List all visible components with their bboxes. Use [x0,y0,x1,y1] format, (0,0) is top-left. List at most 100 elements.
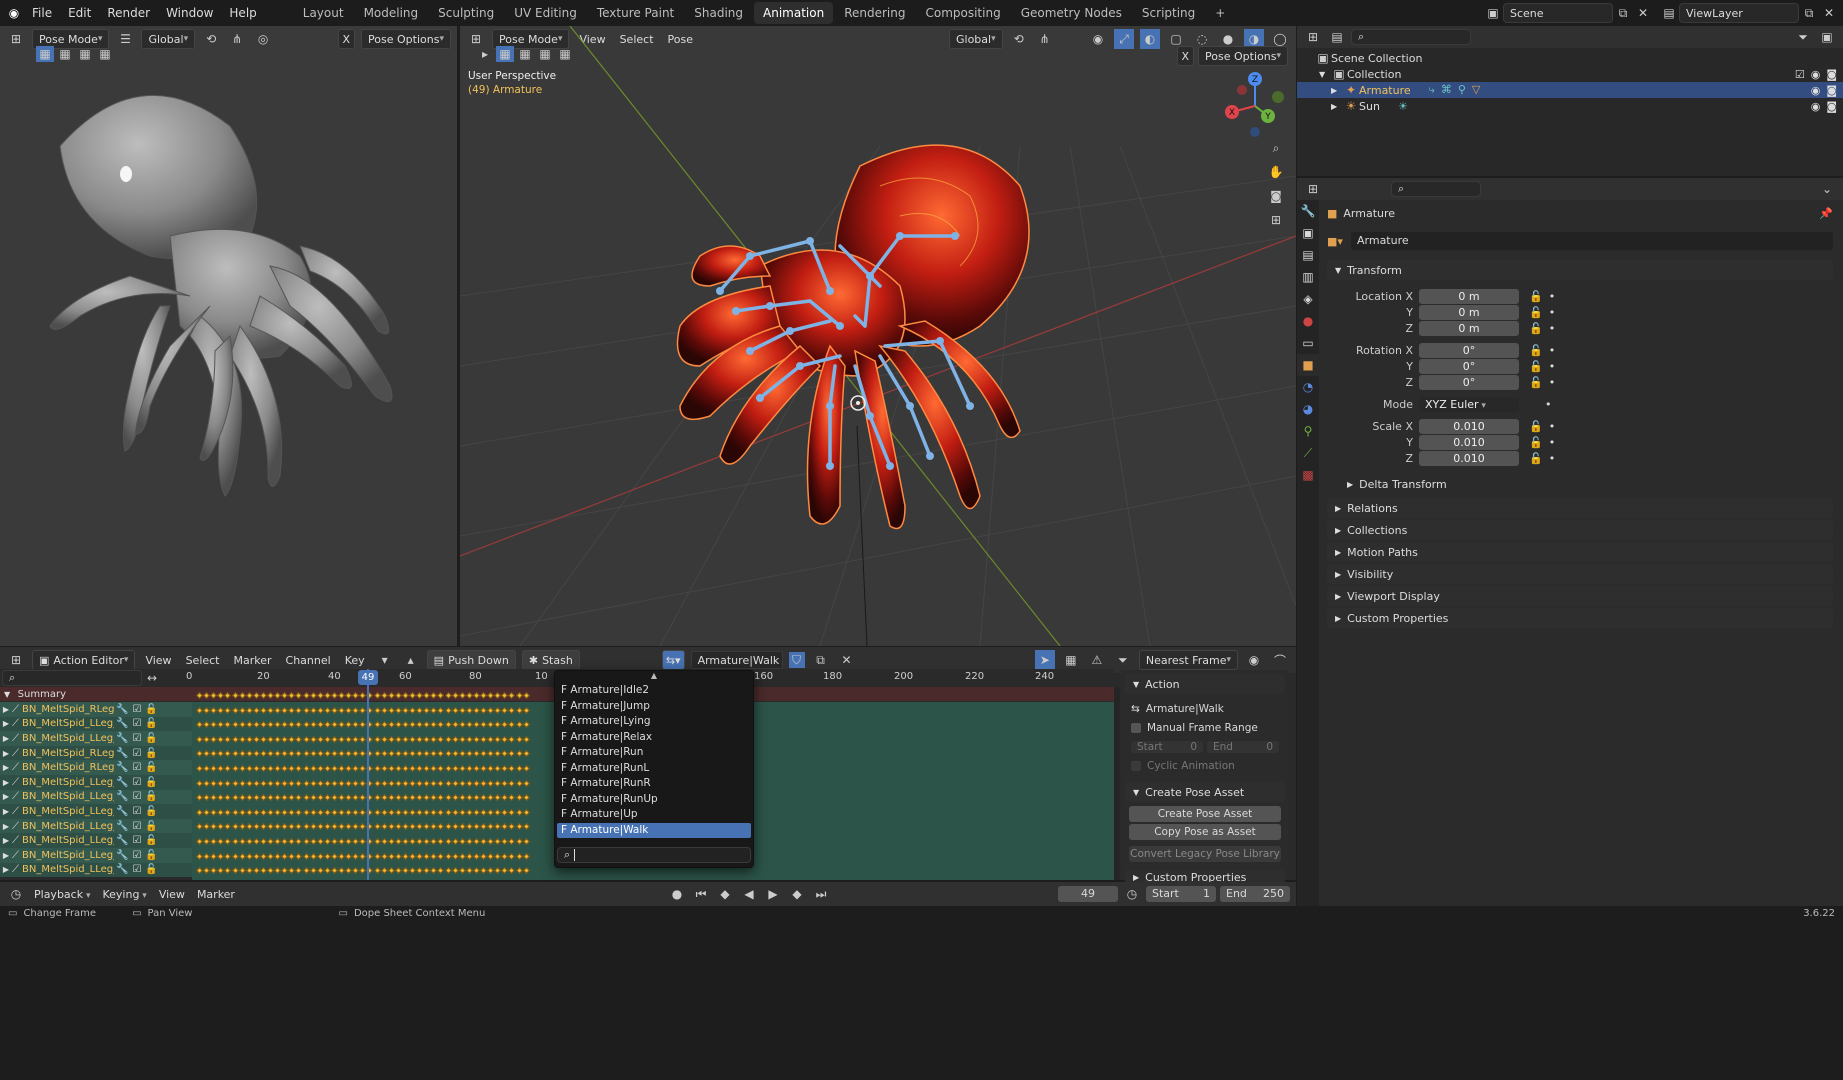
keyframe-diamond[interactable] [323,750,331,758]
lock-icon[interactable]: 🔓 [1529,306,1543,319]
keyframe-diamond[interactable] [387,721,395,729]
action-list-item[interactable]: F Armature|Lying [557,714,751,730]
keyframe-diamond[interactable] [330,837,338,846]
left-pose-options-dropdown[interactable]: Pose Options [361,29,451,49]
keyframe-diamond[interactable] [203,794,211,802]
keyframe-diamond[interactable] [252,764,260,773]
keyframe-diamond[interactable] [302,764,310,773]
keyframe-diamond[interactable] [295,808,303,816]
keyframe-diamond[interactable] [224,823,232,831]
keyframe-diamond[interactable] [210,823,218,831]
expand-arrow-icon[interactable]: ▶ [0,836,12,845]
navigation-gizmo[interactable]: Z Y X [1222,70,1292,140]
keyframe-diamond[interactable] [252,750,260,758]
scene-selector[interactable]: Scene [1503,3,1613,23]
keyframe-diamond[interactable] [231,852,239,860]
transform-panel-header[interactable]: ▼ Transform [1327,260,1833,280]
keyframe-diamond[interactable] [501,823,509,831]
keyframe-diamond[interactable] [465,750,473,758]
keyframe-diamond[interactable] [238,764,246,773]
keyframe-diamond[interactable] [323,837,331,846]
new-scene-icon[interactable]: ⧉ [1613,3,1633,23]
keyframe-diamond[interactable] [195,867,204,875]
keyframe-diamond[interactable] [508,691,516,700]
lock-icon[interactable]: 🔓 [145,850,157,861]
keyframe-diamond[interactable] [423,823,431,831]
camera-icon[interactable]: ◙ [1266,186,1286,206]
outliner-collection[interactable]: ▼ ▣ Collection ☑ ◉ ◙ [1297,66,1843,82]
keyframe-diamond[interactable] [430,823,438,831]
action-search-input[interactable]: ⌕ [557,847,751,863]
display-mode-icon[interactable]: ▤ [1327,27,1347,47]
menu-file[interactable]: File [24,0,60,26]
pan-hand-icon[interactable]: ✋ [1266,162,1286,182]
lock-icon[interactable]: 🔓 [145,835,157,846]
lock-icon[interactable]: 🔓 [1529,420,1543,433]
keyframe-diamond[interactable] [479,867,488,875]
keyframe-diamond[interactable] [444,852,452,860]
keyframe-diamond[interactable] [309,721,317,729]
keyframe-diamond[interactable] [288,823,296,831]
object-name-field[interactable]: Armature [1351,232,1833,250]
keyframe-diamond[interactable] [373,823,381,831]
keyframe-diamond[interactable] [401,764,409,773]
keyframe-diamond[interactable] [479,823,488,831]
prev-layer-icon[interactable]: ▾ [375,650,395,670]
select-subtract-icon[interactable]: ▦ [536,46,554,62]
lock-icon[interactable]: 🔓 [1529,290,1543,303]
keyframe-diamond[interactable] [380,764,388,773]
keyframe-diamond[interactable] [231,764,239,773]
keyframe-diamond[interactable] [416,794,424,802]
modifier-wrench-icon[interactable]: 🔧 [116,835,128,846]
keyframe-diamond[interactable] [302,691,310,700]
keyframe-diamond[interactable] [451,750,459,758]
keyframe-dot-icon[interactable]: • [1549,360,1556,373]
keyframe-diamond[interactable] [522,852,530,860]
keyframe-diamond[interactable] [380,735,388,743]
keyframe-dot-icon[interactable]: • [1549,376,1556,389]
keyframe-diamond[interactable] [302,779,310,787]
mute-checkbox-icon[interactable]: ☑ [132,718,141,729]
expand-arrow-icon[interactable]: ▶ [0,778,12,787]
action-list-item[interactable]: F Armature|Idle2 [557,683,751,699]
keyframe-diamond[interactable] [437,691,445,700]
keyframe-diamond[interactable] [479,721,488,729]
location-z-field[interactable]: 0 m [1419,320,1519,336]
keyframe-diamond[interactable] [259,721,267,729]
keyframe-diamond[interactable] [309,808,317,816]
keyframe-diamond[interactable] [259,794,267,802]
keyframe-diamond[interactable] [437,721,445,729]
next-keyframe-icon[interactable]: ◆ [787,884,807,904]
expand-arrow-icon[interactable]: ▶ [1331,102,1343,111]
modifier-wrench-icon[interactable]: 🔧 [116,864,128,875]
sun-data-icon[interactable]: ☀ [1398,100,1408,113]
keyframe-diamond[interactable] [387,823,395,831]
channel-row[interactable]: ▶⟋BN_MeltSpid_LLeg_4_(🔧 ☑ 🔓 [0,789,192,805]
start-frame-field[interactable]: Start 1 [1146,886,1216,902]
record-icon[interactable]: ● [667,884,687,904]
keyframe-diamond[interactable] [337,721,346,729]
keyframe-diamond[interactable] [345,867,353,875]
scale-y-field[interactable]: 0.010 [1419,434,1519,450]
keyframe-diamond[interactable] [437,750,445,758]
mute-checkbox-icon[interactable]: ☑ [132,835,141,846]
keyframe-diamond[interactable] [458,823,466,831]
keyframe-diamond[interactable] [245,837,253,846]
dope-menu-select[interactable]: Select [182,654,224,667]
keyframe-diamond[interactable] [316,867,324,875]
keyframe-diamond[interactable] [259,837,267,846]
select-extend-icon[interactable]: ▦ [56,46,74,62]
only-errors-icon[interactable]: ⚠ [1087,650,1107,670]
channel-row[interactable]: ▶⟋BN_MeltSpid_LLeg_3_(🔧 ☑ 🔓 [0,716,192,732]
keyframe-diamond[interactable] [451,867,459,875]
action-list-item[interactable]: F Armature|RunUp [557,792,751,808]
keyframe-diamond[interactable] [217,750,225,758]
keyframe-diamond[interactable] [515,691,523,700]
keyframe-diamond[interactable] [451,764,459,773]
keyframe-diamond[interactable] [508,837,516,846]
keyframe-diamond[interactable] [210,750,218,758]
keyframe-diamond[interactable] [465,691,473,700]
modifier-wrench-icon[interactable]: 🔧 [116,748,128,759]
keyframe-diamond[interactable] [515,721,523,729]
keyframe-diamond[interactable] [387,794,395,802]
